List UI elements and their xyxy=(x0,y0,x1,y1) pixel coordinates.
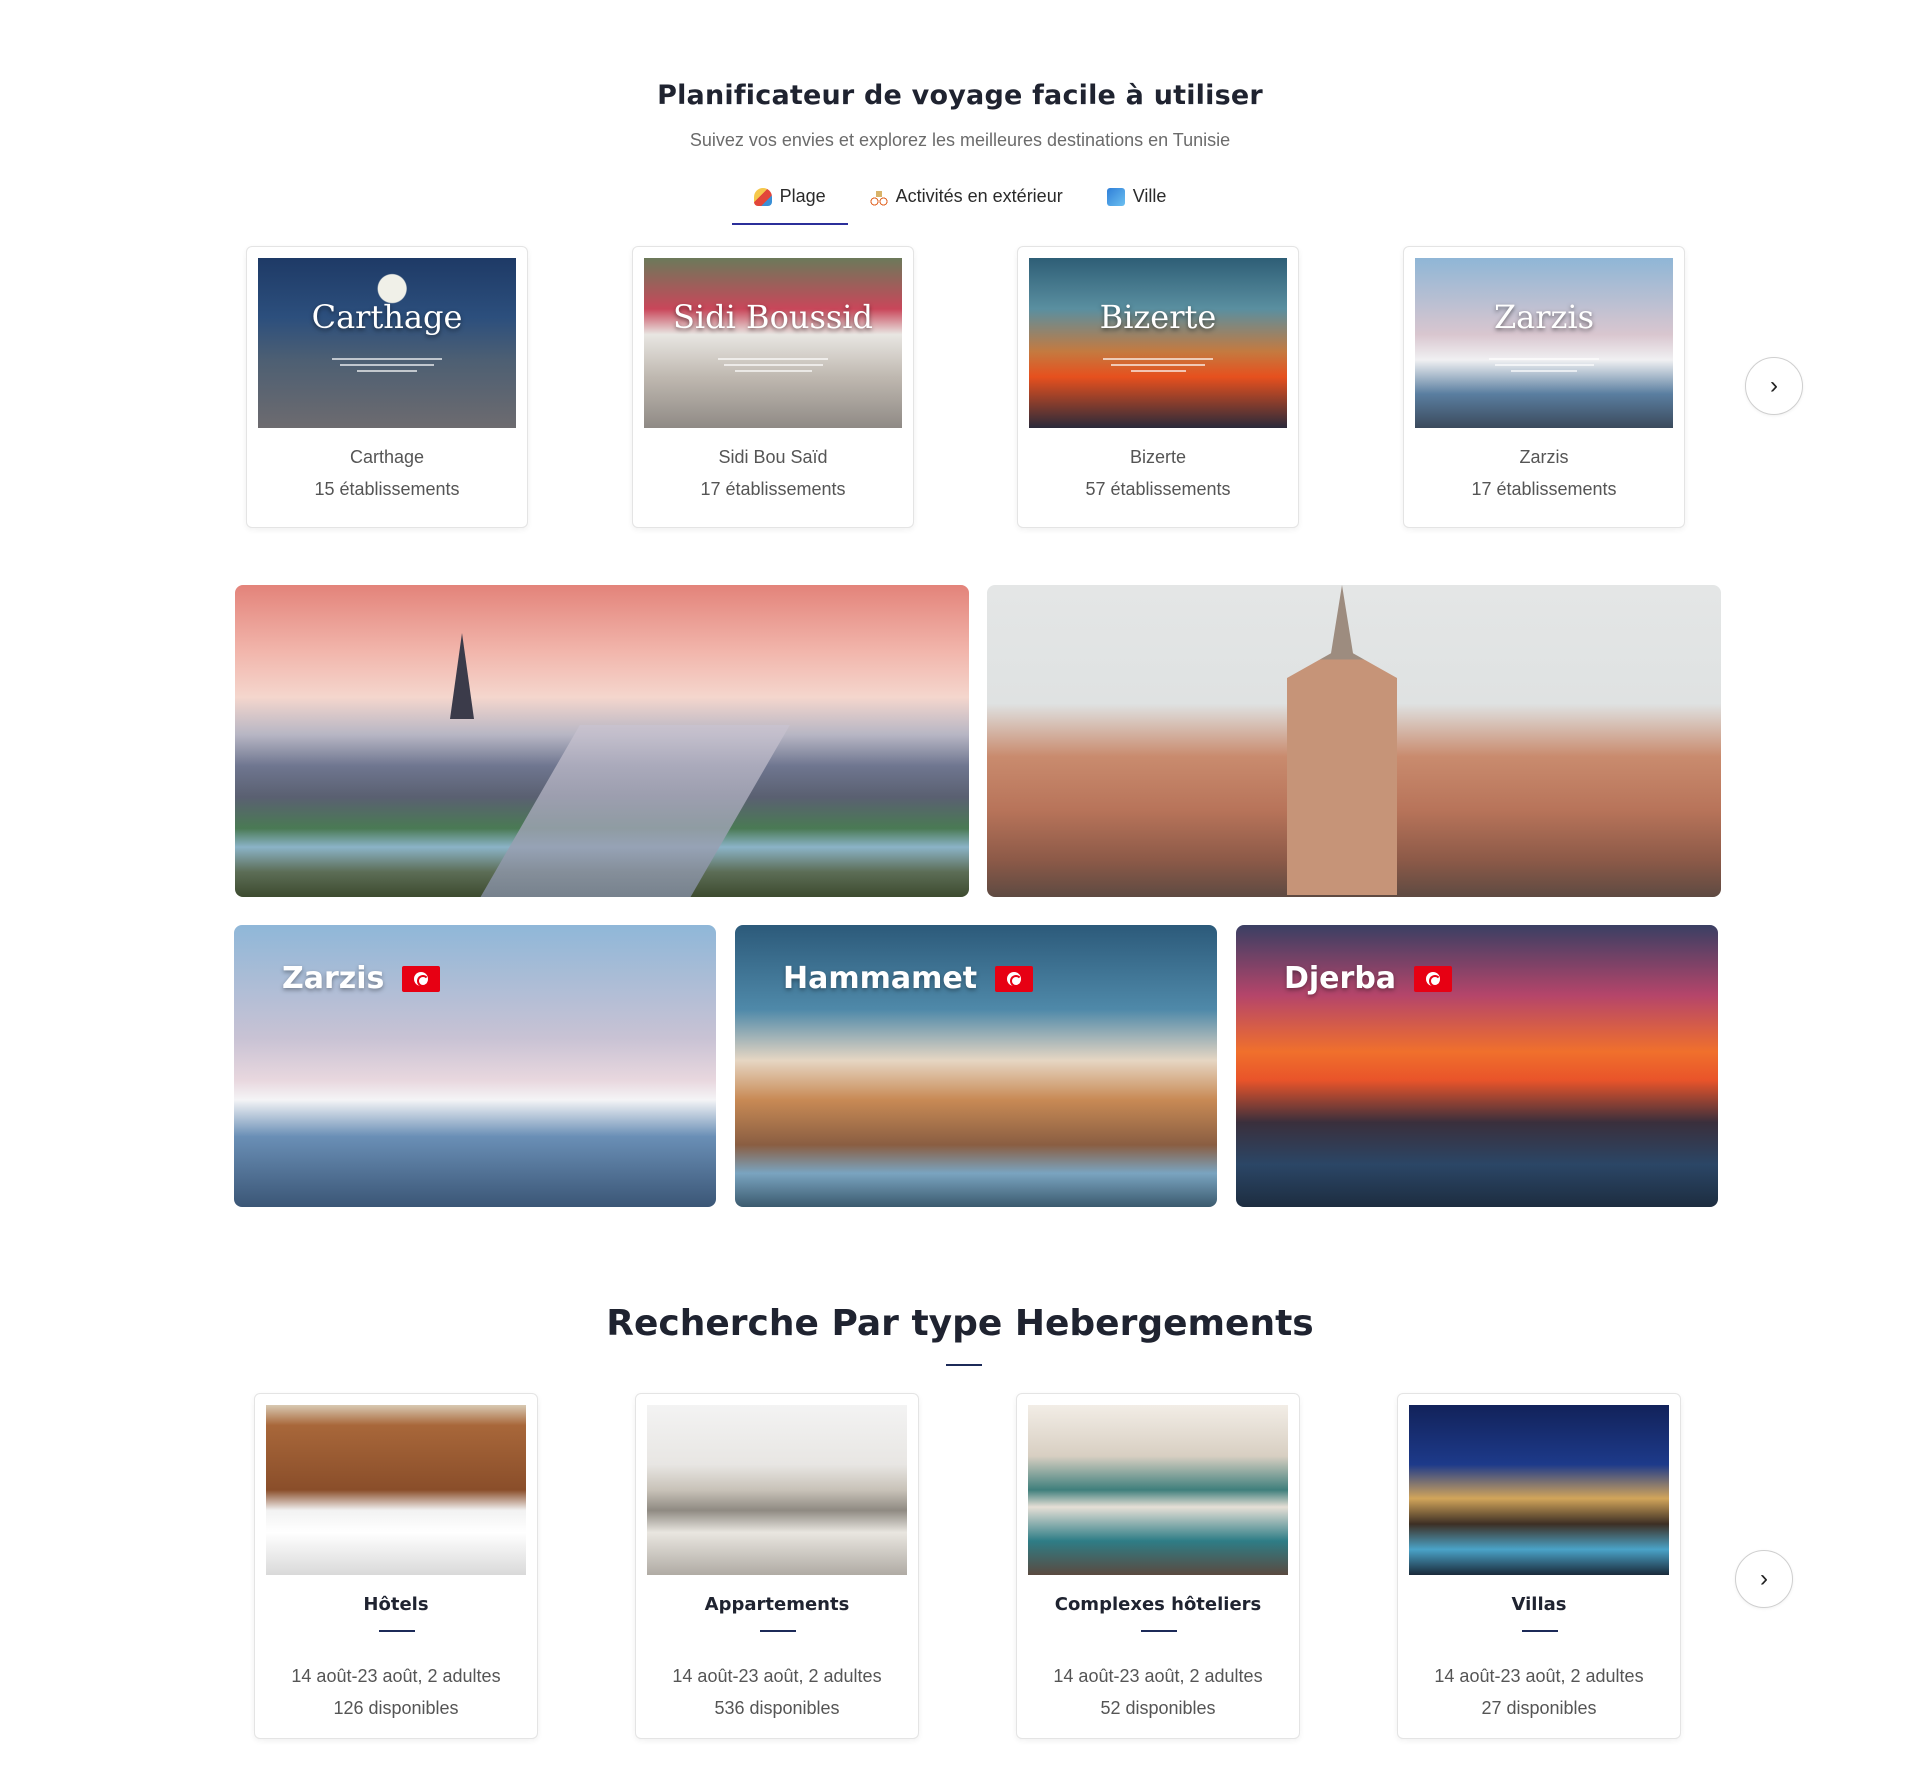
destination-count: 15 établissements xyxy=(314,479,460,499)
tab-ville[interactable]: Ville xyxy=(1085,178,1189,225)
tile-name: Djerba xyxy=(1284,961,1397,996)
image-title: Zarzis xyxy=(1493,298,1595,336)
tunisia-flag-icon xyxy=(1414,965,1453,992)
category-tabs: Plage Activités en extérieur Ville xyxy=(0,178,1920,225)
tile-label: Zarzis xyxy=(282,961,441,996)
destination-card-sidi-bou-said[interactable]: Sidi Boussid Sidi Bou Saïd 17 établissem… xyxy=(632,246,914,528)
tab-label: Ville xyxy=(1132,186,1167,206)
destination-card-carthage[interactable]: Carthage Carthage 15 établissements xyxy=(246,246,528,528)
tab-plage[interactable]: Plage xyxy=(731,178,848,225)
destination-count: 17 établissements xyxy=(1471,479,1617,499)
accommodation-image xyxy=(647,1405,907,1575)
accommodation-dates: 14 août-23 août, 2 adultes xyxy=(1053,1666,1263,1686)
card-divider xyxy=(1522,1630,1558,1632)
tab-activites-exterieur[interactable]: Activités en extérieur xyxy=(848,178,1085,225)
accommodation-section-title: Recherche Par type Hebergements xyxy=(606,1303,1314,1344)
accommodation-count: 536 disponibles xyxy=(714,1698,840,1718)
chevron-right-icon: › xyxy=(1770,372,1778,399)
destination-card-zarzis[interactable]: Zarzis Zarzis 17 établissements xyxy=(1403,246,1685,528)
destination-card-bizerte[interactable]: Bizerte Bizerte 57 établissements xyxy=(1017,246,1299,528)
accommodation-dates: 14 août-23 août, 2 adultes xyxy=(672,1666,882,1686)
accommodation-count: 27 disponibles xyxy=(1481,1698,1597,1718)
planner-title: Planificateur de voyage facile à utilise… xyxy=(657,80,1263,111)
accommodation-dates: 14 août-23 août, 2 adultes xyxy=(291,1666,501,1686)
destination-name: Zarzis xyxy=(1519,447,1569,467)
accommodation-carousel: Hôtels 14 août-23 août, 2 adultes 126 di… xyxy=(0,1393,1920,1739)
tab-label: Plage xyxy=(779,186,826,206)
destination-image: Bizerte xyxy=(1029,258,1287,428)
bicycle-icon xyxy=(869,187,888,206)
accommodation-count: 126 disponibles xyxy=(333,1698,459,1718)
destination-image: Zarzis xyxy=(1415,258,1673,428)
image-caption-lines xyxy=(1103,354,1213,376)
tile-name: Zarzis xyxy=(282,961,385,996)
galata-tower-shape xyxy=(1287,585,1397,895)
accommodation-count: 52 disponibles xyxy=(1100,1698,1216,1718)
banner-istanbul[interactable] xyxy=(987,585,1721,897)
image-title: Carthage xyxy=(311,298,463,336)
destination-name: Carthage xyxy=(349,447,425,467)
beach-umbrella-icon xyxy=(753,187,772,206)
destination-next-button[interactable]: › xyxy=(1745,357,1803,415)
destination-image: Sidi Boussid xyxy=(644,258,902,428)
destination-carousel: Carthage Carthage 15 établissements Sidi… xyxy=(246,246,1686,528)
tile-label: Hammamet xyxy=(783,961,1034,996)
tile-name: Hammamet xyxy=(783,961,978,996)
accommodation-card-villas[interactable]: Villas 14 août-23 août, 2 adultes 27 dis… xyxy=(1397,1393,1681,1739)
eiffel-tower-shape xyxy=(450,633,474,719)
accommodation-card-complexes[interactable]: Complexes hôteliers 14 août-23 août, 2 a… xyxy=(1016,1393,1300,1739)
accommodation-image xyxy=(1028,1405,1288,1575)
destination-count: 17 établissements xyxy=(700,479,846,499)
accommodation-image xyxy=(1409,1405,1669,1575)
featured-tile-zarzis[interactable]: Zarzis xyxy=(234,925,716,1207)
destination-image: Carthage xyxy=(258,258,516,428)
accommodation-dates: 14 août-23 août, 2 adultes xyxy=(1434,1666,1644,1686)
banner-paris[interactable] xyxy=(235,585,969,897)
image-title: Bizerte xyxy=(1099,298,1217,336)
image-caption-lines xyxy=(1489,354,1599,376)
accommodation-name: Appartements xyxy=(704,1594,850,1615)
accommodation-image xyxy=(266,1405,526,1575)
city-icon xyxy=(1106,187,1125,206)
card-divider xyxy=(760,1630,796,1632)
accommodation-next-button[interactable]: › xyxy=(1735,1550,1793,1608)
image-caption-lines xyxy=(718,354,828,376)
accommodation-card-appartements[interactable]: Appartements 14 août-23 août, 2 adultes … xyxy=(635,1393,919,1739)
image-caption-lines xyxy=(332,354,442,376)
section-divider xyxy=(946,1364,982,1366)
image-title: Sidi Boussid xyxy=(673,298,873,336)
destination-count: 57 établissements xyxy=(1085,479,1231,499)
featured-tile-djerba[interactable]: Djerba xyxy=(1236,925,1718,1207)
chevron-right-icon: › xyxy=(1760,1565,1768,1592)
river-shape xyxy=(470,725,790,897)
tunisia-flag-icon xyxy=(402,965,441,992)
card-divider xyxy=(379,1630,415,1632)
tile-label: Djerba xyxy=(1284,961,1453,996)
destination-name: Bizerte xyxy=(1129,447,1187,467)
planner-subtitle: Suivez vos envies et explorez les meille… xyxy=(689,130,1231,150)
accommodation-card-hotels[interactable]: Hôtels 14 août-23 août, 2 adultes 126 di… xyxy=(254,1393,538,1739)
featured-tile-hammamet[interactable]: Hammamet xyxy=(735,925,1217,1207)
card-divider xyxy=(1141,1630,1177,1632)
accommodation-name: Villas xyxy=(1511,1594,1567,1615)
tab-label: Activités en extérieur xyxy=(895,186,1063,206)
accommodation-name: Hôtels xyxy=(363,1594,429,1615)
tunisia-flag-icon xyxy=(995,965,1034,992)
destination-name: Sidi Bou Saïd xyxy=(718,447,828,467)
accommodation-name: Complexes hôteliers xyxy=(1054,1594,1262,1615)
